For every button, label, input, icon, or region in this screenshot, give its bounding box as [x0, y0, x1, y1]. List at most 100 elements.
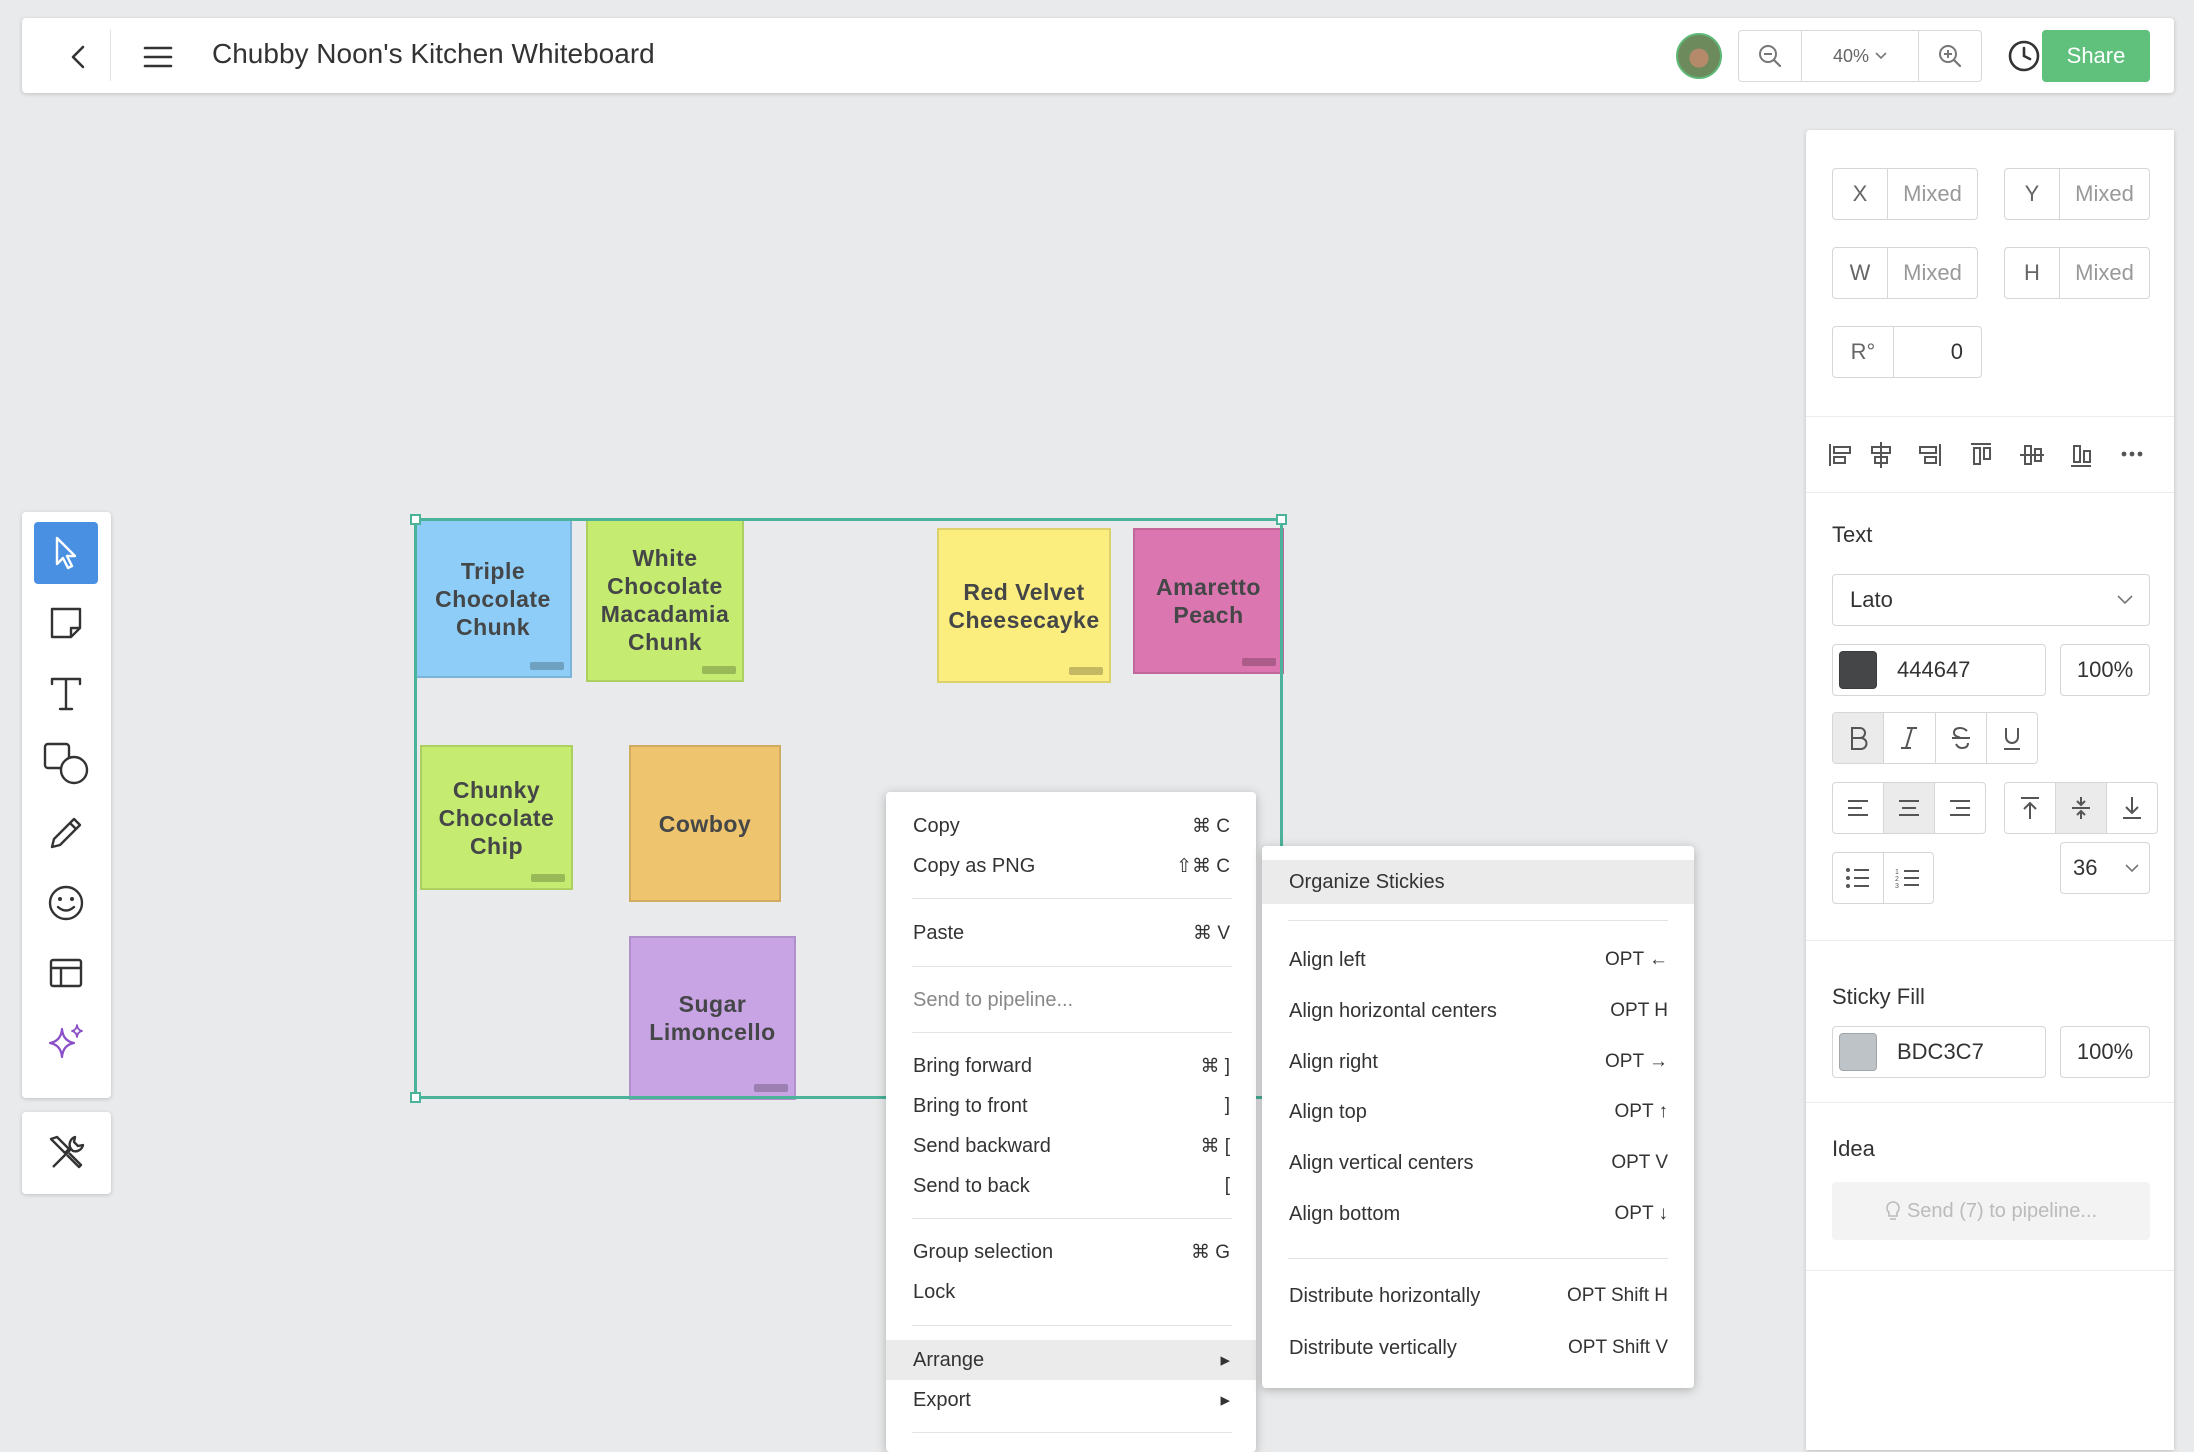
- cursor-arrow-icon: [55, 536, 77, 570]
- chevron-down-icon: [2117, 595, 2133, 605]
- text-tool[interactable]: [34, 662, 98, 724]
- vertical-align-top-icon[interactable]: [2005, 783, 2056, 833]
- template-tool[interactable]: [34, 942, 98, 1004]
- menu-item-export[interactable]: Export ▸: [886, 1380, 1256, 1420]
- height-field[interactable]: H Mixed: [2004, 247, 2150, 299]
- zoom-level-dropdown[interactable]: 40%: [1801, 31, 1919, 81]
- align-right-icon[interactable]: [1919, 444, 1941, 466]
- menu-item-shortcut: ⌘ [: [1200, 1135, 1230, 1157]
- list-buttons: 123: [1832, 852, 1934, 904]
- menu-item-label: Group selection: [913, 1240, 1054, 1263]
- menu-item-label: Paste: [913, 921, 965, 944]
- x-position-field[interactable]: X Mixed: [1832, 168, 1978, 220]
- bullet-list-icon[interactable]: [1833, 853, 1884, 903]
- menu-item-paste[interactable]: Paste ⌘ V: [886, 913, 1256, 953]
- text-align-left-icon[interactable]: [1833, 783, 1884, 833]
- menu-item-align-vertical-centers[interactable]: Align vertical centers OPT V: [1262, 1141, 1694, 1185]
- menu-item-label: Organize Stickies: [1289, 870, 1445, 893]
- menu-divider: [912, 898, 1232, 899]
- width-field[interactable]: W Mixed: [1832, 247, 1978, 299]
- arrange-submenu: Organize Stickies Align left OPT ← Align …: [1262, 846, 1694, 1388]
- menu-item-label: Align vertical centers: [1289, 1151, 1474, 1174]
- panel-divider: [1806, 1270, 2174, 1271]
- text-color-value: 444647: [1897, 657, 1971, 682]
- pen-tool[interactable]: [34, 802, 98, 864]
- rotation-field[interactable]: R° 0: [1832, 326, 1982, 378]
- shapes-tool[interactable]: [34, 732, 98, 794]
- menu-item-label: Align bottom: [1289, 1202, 1401, 1225]
- align-middle-icon[interactable]: [2020, 445, 2044, 465]
- text-align-buttons: [1832, 782, 1986, 834]
- menu-item-label: Copy: [913, 814, 960, 837]
- align-top-icon[interactable]: [1971, 443, 1991, 465]
- resize-handle[interactable]: [1276, 514, 1287, 525]
- menu-item-arrange[interactable]: Arrange ▸: [886, 1340, 1256, 1380]
- text-color-swatch[interactable]: [1839, 651, 1877, 689]
- history-clock-icon[interactable]: [2006, 38, 2042, 74]
- sticky-note-tool[interactable]: [34, 592, 98, 654]
- numbered-list-icon[interactable]: 123: [1884, 853, 1934, 903]
- vertical-align-middle-icon[interactable]: [2056, 783, 2107, 833]
- alignment-toolbar: [1829, 442, 2143, 468]
- fill-color-swatch[interactable]: [1839, 1033, 1877, 1071]
- tools-settings-button[interactable]: [22, 1112, 111, 1194]
- hamburger-menu-icon[interactable]: [140, 40, 176, 74]
- menu-item-label: Send backward: [913, 1134, 1051, 1157]
- svg-text:1: 1: [1895, 869, 1899, 876]
- underline-button[interactable]: [1987, 713, 2037, 763]
- menu-item-send-backward[interactable]: Send backward ⌘ [: [886, 1126, 1256, 1166]
- menu-item-send-to-back[interactable]: Send to back [: [886, 1166, 1256, 1206]
- text-color-field[interactable]: 444647: [1832, 644, 2046, 696]
- back-arrow-icon[interactable]: [62, 40, 96, 74]
- text-align-center-icon[interactable]: [1884, 783, 1935, 833]
- menu-item-bring-forward[interactable]: Bring forward ⌘ ]: [886, 1046, 1256, 1086]
- fill-opacity-field[interactable]: 100%: [2060, 1026, 2150, 1078]
- menu-item-lock[interactable]: Lock: [886, 1272, 1256, 1312]
- y-position-field[interactable]: Y Mixed: [2004, 168, 2150, 220]
- menu-item-bring-to-front[interactable]: Bring to front]: [886, 1086, 1256, 1126]
- menu-item-group-selection[interactable]: Group selection ⌘ G: [886, 1232, 1256, 1272]
- text-opacity-field[interactable]: 100%: [2060, 644, 2150, 696]
- text-align-right-icon[interactable]: [1935, 783, 1985, 833]
- font-size-select[interactable]: 36: [2060, 842, 2150, 894]
- zoom-in-icon[interactable]: [1919, 31, 1981, 81]
- vertical-align-bottom-icon[interactable]: [2107, 783, 2157, 833]
- menu-item-shortcut: [: [1224, 1175, 1230, 1196]
- menu-item-align-bottom[interactable]: Align bottom OPT ↓: [1262, 1192, 1694, 1236]
- menu-divider: [912, 1432, 1232, 1433]
- resize-handle[interactable]: [410, 1092, 421, 1103]
- y-label: Y: [2005, 169, 2060, 219]
- menu-item-distribute-horizontally[interactable]: Distribute horizontally OPT Shift H: [1262, 1274, 1694, 1318]
- ai-tool[interactable]: [34, 1012, 98, 1074]
- menu-item-distribute-vertically[interactable]: Distribute vertically OPT Shift V: [1262, 1326, 1694, 1370]
- svg-text:2: 2: [1895, 876, 1899, 883]
- sticky-fill-section-title: Sticky Fill: [1832, 984, 1925, 1009]
- zoom-level-value: 40%: [1832, 45, 1870, 66]
- resize-handle[interactable]: [410, 514, 421, 525]
- menu-item-copy[interactable]: Copy ⌘ C: [886, 806, 1256, 846]
- select-tool[interactable]: [34, 522, 98, 584]
- menu-item-organize-stickies[interactable]: Organize Stickies: [1262, 860, 1694, 904]
- top-bar: Chubby Noon's Kitchen Whiteboard 40% Sha…: [22, 18, 2174, 93]
- bold-button[interactable]: [1833, 713, 1885, 763]
- user-avatar[interactable]: [1676, 33, 1722, 79]
- align-left-icon[interactable]: [1829, 444, 1851, 466]
- menu-item-align-horizontal-centers[interactable]: Align horizontal centers OPT H: [1262, 989, 1694, 1033]
- board-title[interactable]: Chubby Noon's Kitchen Whiteboard: [212, 38, 655, 70]
- sticky-fill-color-field[interactable]: BDC3C7: [1832, 1026, 2046, 1078]
- align-center-horizontal-icon[interactable]: [1871, 442, 1891, 468]
- menu-item-align-top[interactable]: Align top OPT ↑: [1262, 1090, 1694, 1134]
- emoji-tool[interactable]: [34, 872, 98, 934]
- menu-item-align-right[interactable]: Align right OPT →: [1262, 1040, 1694, 1084]
- smiley-icon: [48, 885, 84, 921]
- strikethrough-button[interactable]: [1936, 713, 1987, 763]
- more-options-icon[interactable]: [2121, 451, 2143, 457]
- chevron-down-icon: [1875, 52, 1887, 60]
- menu-item-copy-as-png[interactable]: Copy as PNG ⇧⌘ C: [886, 846, 1256, 886]
- font-family-select[interactable]: Lato: [1832, 574, 2150, 626]
- align-bottom-icon[interactable]: [2071, 445, 2091, 467]
- share-button[interactable]: Share: [2042, 30, 2150, 82]
- zoom-out-icon[interactable]: [1739, 31, 1801, 81]
- menu-item-align-left[interactable]: Align left OPT ←: [1262, 938, 1694, 982]
- italic-button[interactable]: [1884, 713, 1936, 763]
